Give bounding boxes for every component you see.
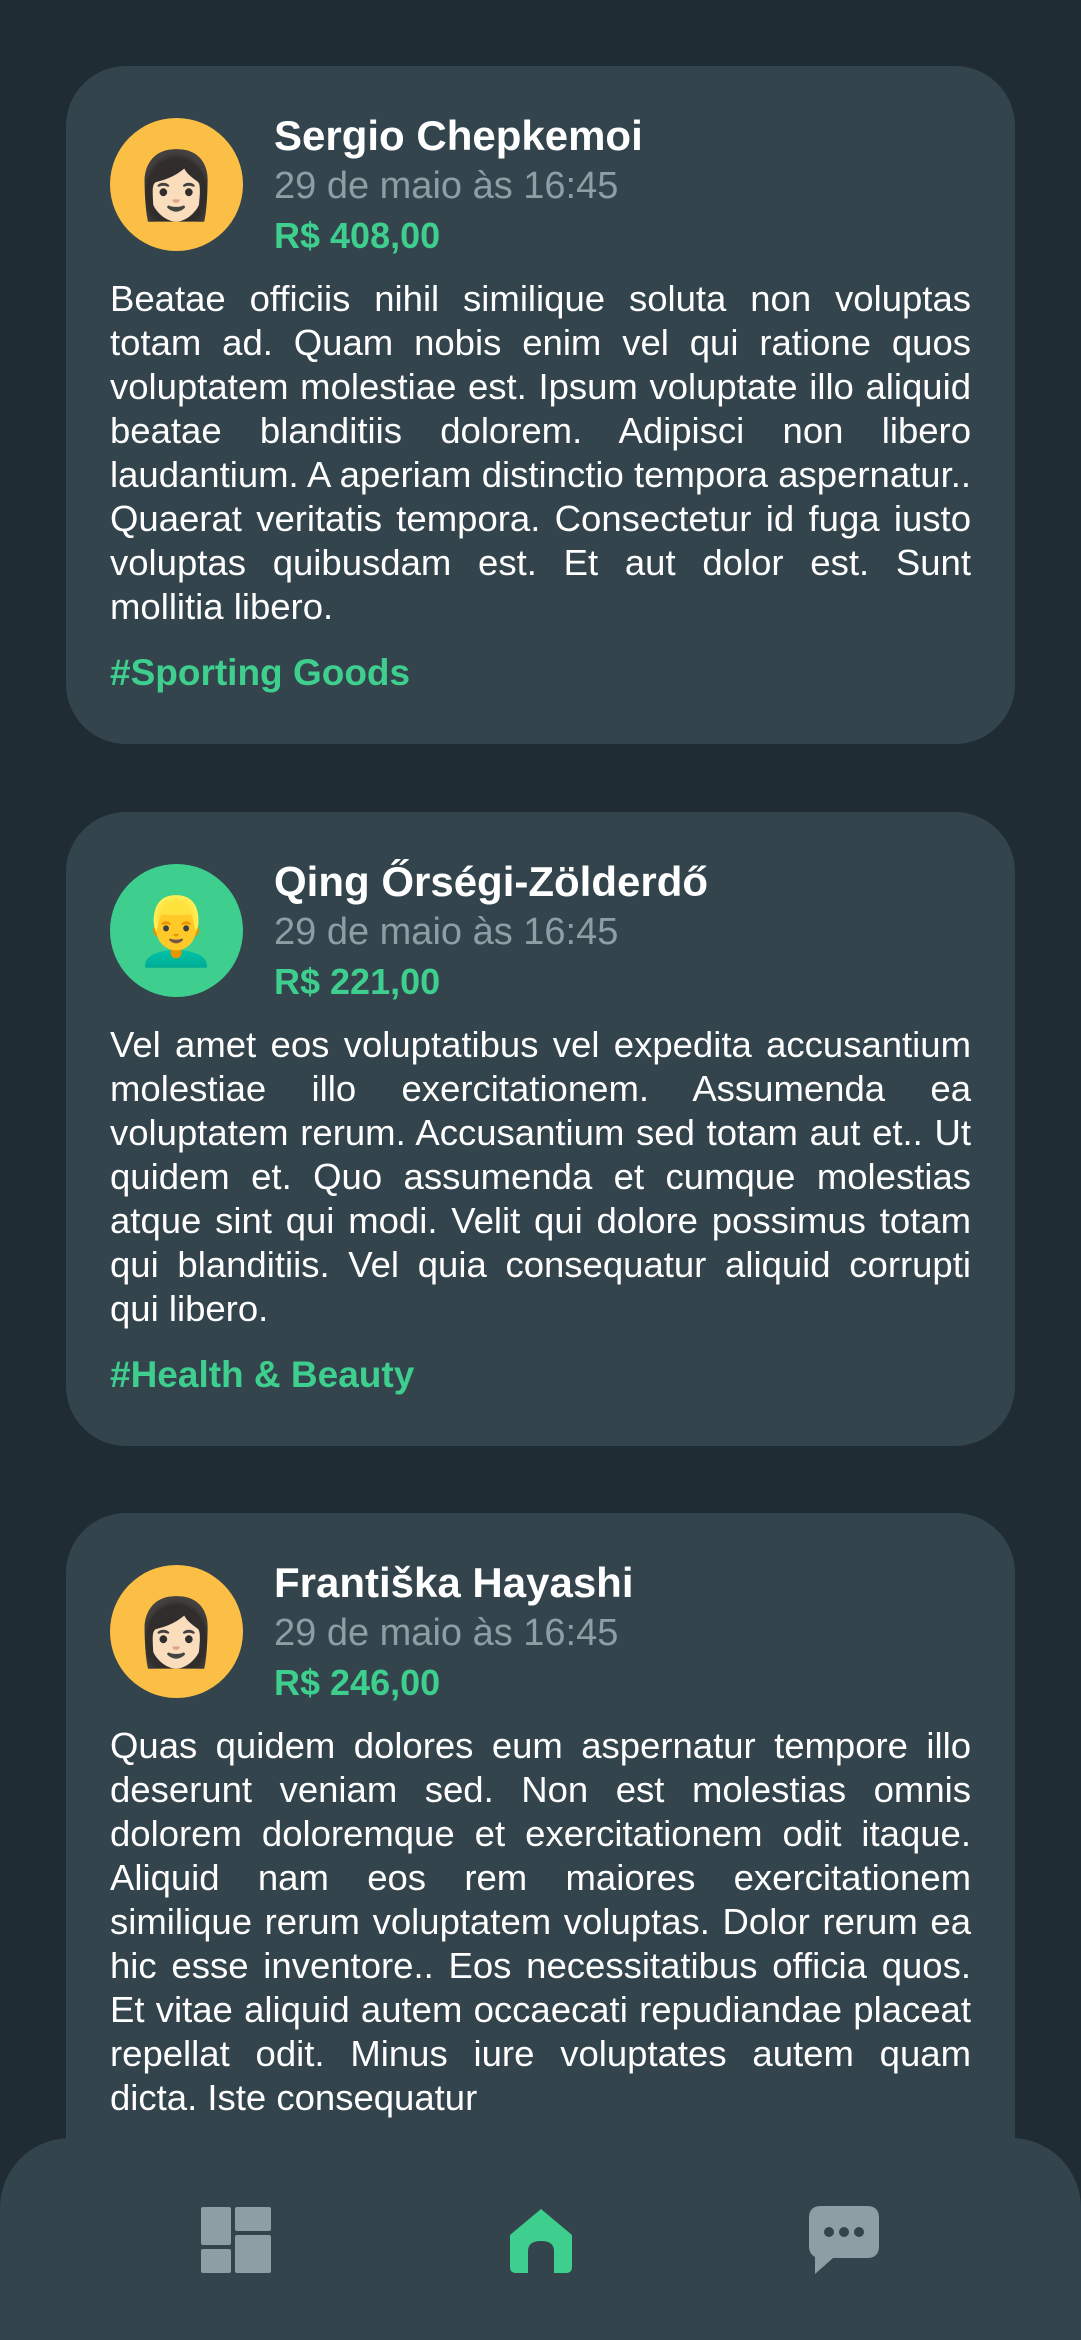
post-text: Quas quidem dolores eum aspernatur tempo… [110, 1725, 971, 2118]
avatar[interactable]: 👩🏻 [110, 118, 243, 251]
avatar-emoji: 👩🏻 [135, 1594, 218, 1669]
chat-icon [809, 2206, 879, 2274]
nav-dashboard-button[interactable] [196, 2200, 276, 2280]
post-text: Vel amet eos voluptatibus vel expedita a… [110, 1024, 971, 1329]
post-header: 👱‍♂️ Qing Őrségi-Zölderdő 29 de maio às … [110, 855, 971, 1007]
post-header: 👩🏻 Františka Hayashi 29 de maio às 16:45… [110, 1556, 971, 1708]
avatar-emoji: 👩🏻 [135, 147, 218, 222]
home-icon [510, 2209, 572, 2273]
dashboard-icon [201, 2207, 271, 2273]
post-card[interactable]: 👱‍♂️ Qing Őrségi-Zölderdő 29 de maio às … [66, 812, 1015, 1446]
nav-home-button[interactable] [501, 2200, 581, 2280]
post-tag[interactable]: #Health & Beauty [110, 1353, 971, 1397]
post-header: 👩🏻 Sergio Chepkemoi 29 de maio às 16:45 … [110, 109, 971, 261]
feed[interactable]: 👩🏻 Sergio Chepkemoi 29 de maio às 16:45 … [0, 0, 1081, 2340]
post-meta: Františka Hayashi 29 de maio às 16:45 R$… [274, 1556, 634, 1708]
post-text: Beatae officiis nihil similique soluta n… [110, 278, 971, 627]
avatar[interactable]: 👱‍♂️ [110, 864, 243, 997]
post-card[interactable]: 👩🏻 Sergio Chepkemoi 29 de maio às 16:45 … [66, 66, 1015, 744]
avatar-emoji: 👱‍♂️ [135, 893, 218, 968]
nav-chat-button[interactable] [804, 2200, 884, 2280]
post-date: 29 de maio às 16:45 [274, 1612, 619, 1654]
author-name[interactable]: Františka Hayashi [274, 1558, 634, 1608]
post-amount: R$ 221,00 [274, 961, 441, 1002]
post-amount: R$ 408,00 [274, 215, 441, 256]
post-date: 29 de maio às 16:45 [274, 165, 619, 207]
post-amount: R$ 246,00 [274, 1662, 441, 1703]
post-tag[interactable]: #Sporting Goods [110, 651, 971, 695]
post-meta: Sergio Chepkemoi 29 de maio às 16:45 R$ … [274, 109, 643, 261]
post-meta: Qing Őrségi-Zölderdő 29 de maio às 16:45… [274, 855, 708, 1007]
bottom-navigation [0, 2138, 1081, 2340]
post-date: 29 de maio às 16:45 [274, 911, 619, 953]
avatar[interactable]: 👩🏻 [110, 1565, 243, 1698]
author-name[interactable]: Sergio Chepkemoi [274, 111, 643, 161]
author-name[interactable]: Qing Őrségi-Zölderdő [274, 857, 708, 907]
